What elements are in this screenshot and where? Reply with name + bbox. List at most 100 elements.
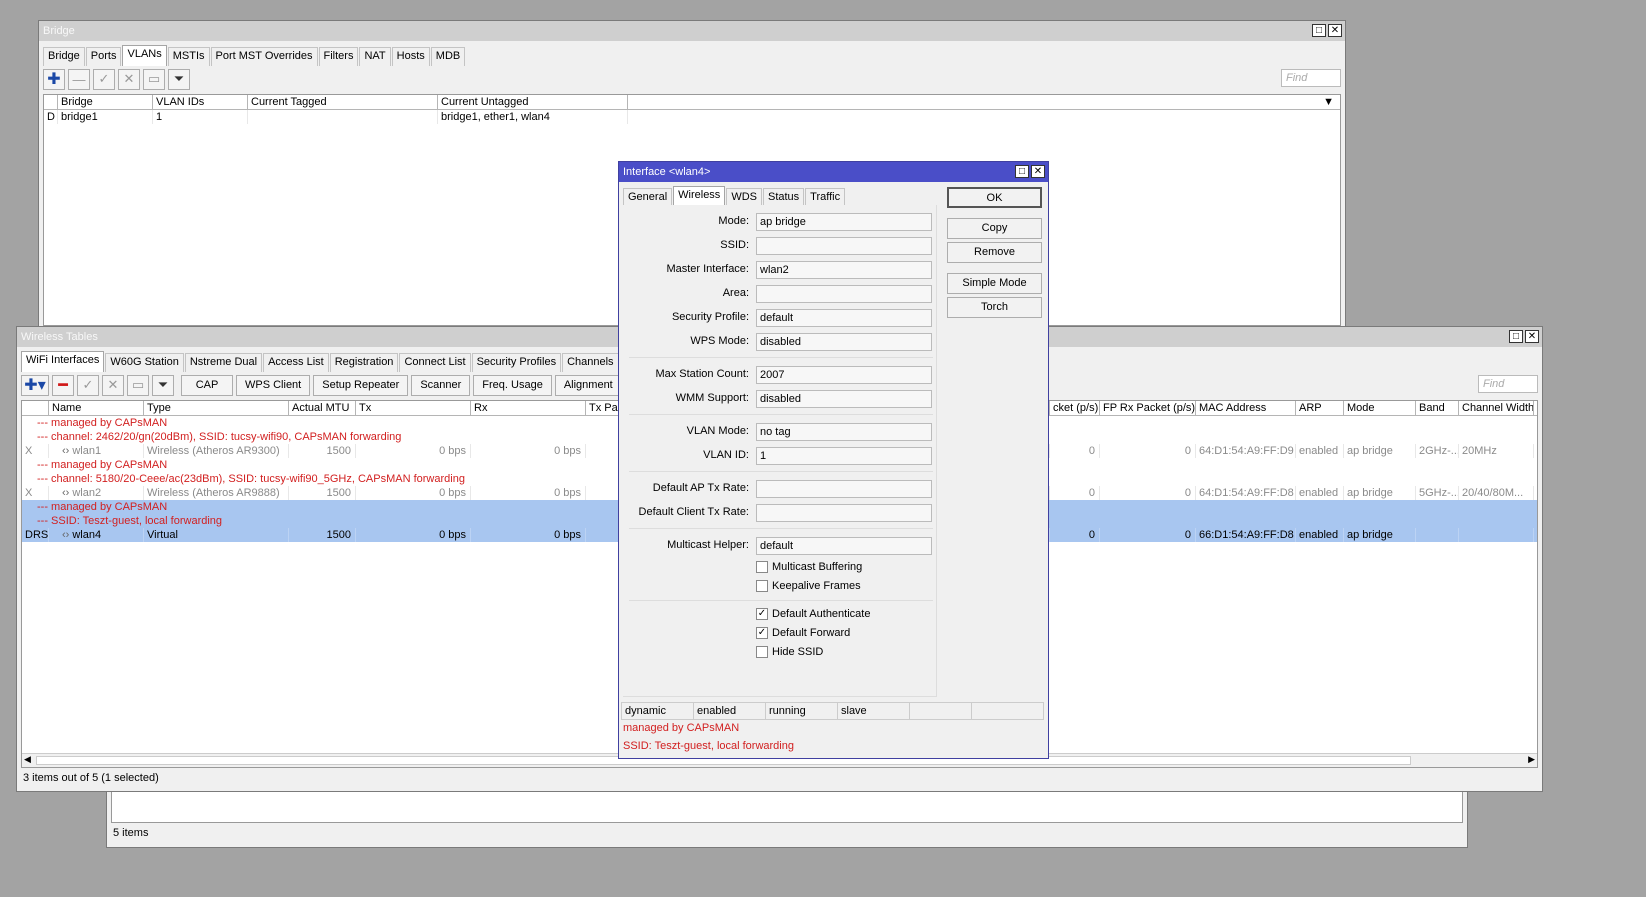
tab-security-profiles[interactable]: Security Profiles — [471, 353, 562, 372]
comment-icon[interactable]: ▭ — [143, 68, 165, 90]
tab-ports[interactable]: Ports — [85, 47, 122, 66]
setup-repeater-button[interactable]: Setup Repeater — [313, 374, 409, 396]
close-icon[interactable]: ✕ — [1525, 330, 1539, 343]
col-type[interactable]: Type — [144, 401, 289, 415]
find-input[interactable]: Find — [1478, 375, 1538, 393]
master-interface-field[interactable]: wlan2 — [756, 261, 932, 279]
col-tx-packet-ps[interactable]: cket (p/s) — [1050, 401, 1100, 415]
col-mode[interactable]: Mode — [1344, 401, 1416, 415]
tab-nstreme-dual[interactable]: Nstreme Dual — [184, 353, 263, 372]
comment-icon[interactable]: ▭ — [127, 374, 149, 396]
remove-button[interactable]: Remove — [947, 242, 1042, 263]
col-name[interactable]: Name — [49, 401, 144, 415]
tab-vlans[interactable]: VLANs — [122, 45, 167, 66]
col-mtu[interactable]: Actual MTU — [289, 401, 356, 415]
maximize-icon[interactable]: □ — [1015, 165, 1029, 178]
vlan-mode-field[interactable]: no tag — [756, 423, 932, 441]
col-fp-rx-packet[interactable]: FP Rx Packet (p/s) — [1100, 401, 1196, 415]
ok-button[interactable]: OK — [947, 187, 1042, 208]
checkbox-checked-icon[interactable]: ✓ — [756, 608, 768, 620]
default-forward-checkbox[interactable]: ✓ Default Forward — [756, 625, 850, 641]
disable-icon[interactable]: ✕ — [118, 68, 140, 90]
torch-button[interactable]: Torch — [947, 297, 1042, 318]
checkbox-icon[interactable] — [756, 561, 768, 573]
tab-wifi-interfaces[interactable]: WiFi Interfaces — [21, 351, 105, 372]
tab-mstis[interactable]: MSTIs — [167, 47, 210, 66]
cap-button[interactable]: CAP — [181, 374, 233, 396]
filter-icon[interactable]: ⏷ — [168, 68, 190, 90]
col-current-tagged[interactable]: Current Tagged — [248, 95, 438, 109]
enable-icon[interactable]: ✓ — [77, 374, 99, 396]
tab-mdb[interactable]: MDB — [430, 47, 466, 66]
remove-icon[interactable]: — — [68, 68, 90, 90]
add-icon[interactable]: ✚ — [43, 68, 65, 90]
scroll-left-icon[interactable]: ◀ — [24, 754, 31, 765]
col-band[interactable]: Band — [1416, 401, 1459, 415]
divider — [629, 414, 933, 415]
security-profile-field[interactable]: default — [756, 309, 932, 327]
tab-w60g-station[interactable]: W60G Station — [105, 353, 184, 372]
multicast-helper-field[interactable]: default — [756, 537, 932, 555]
col-mac[interactable]: MAC Address — [1196, 401, 1296, 415]
close-icon[interactable]: ✕ — [1328, 24, 1342, 37]
maximize-icon[interactable]: □ — [1312, 24, 1326, 37]
find-input[interactable]: Find — [1281, 69, 1341, 87]
col-current-untagged[interactable]: Current Untagged — [438, 95, 628, 109]
ap-tx-rate-field[interactable] — [756, 480, 932, 498]
bridge-titlebar[interactable]: Bridge □ ✕ — [39, 21, 1345, 41]
row-tagged — [248, 110, 438, 124]
tab-filters[interactable]: Filters — [318, 47, 359, 66]
maximize-icon[interactable]: □ — [1509, 330, 1523, 343]
hide-ssid-checkbox[interactable]: Hide SSID — [756, 644, 823, 660]
copy-button[interactable]: Copy — [947, 218, 1042, 239]
col-rx[interactable]: Rx — [471, 401, 586, 415]
enable-icon[interactable]: ✓ — [93, 68, 115, 90]
tab-wireless[interactable]: Wireless — [673, 186, 726, 207]
disable-icon[interactable]: ✕ — [102, 374, 124, 396]
tab-hosts[interactable]: Hosts — [391, 47, 430, 66]
column-menu-icon[interactable]: ▼ — [628, 95, 1340, 109]
client-tx-rate-field[interactable] — [756, 504, 932, 522]
tab-access-list[interactable]: Access List — [263, 353, 329, 372]
area-field[interactable] — [756, 285, 932, 303]
checkbox-icon[interactable] — [756, 646, 768, 658]
wps-client-button[interactable]: WPS Client — [236, 374, 311, 396]
checkbox-checked-icon[interactable]: ✓ — [756, 627, 768, 639]
col-arp[interactable]: ARP — [1296, 401, 1344, 415]
wmm-support-field[interactable]: disabled — [756, 390, 932, 408]
tab-channels[interactable]: Channels — [562, 353, 619, 372]
add-icon[interactable]: ✚▾ — [21, 374, 49, 396]
column-menu-icon[interactable]: ▼ — [1534, 401, 1537, 415]
cell-arp: enabled — [1296, 486, 1344, 500]
col-vlan-ids[interactable]: VLAN IDs — [153, 95, 248, 109]
scroll-right-icon[interactable]: ▶ — [1528, 754, 1535, 765]
divider — [629, 357, 933, 358]
tab-nat[interactable]: NAT — [359, 47, 391, 66]
multicast-buffering-checkbox[interactable]: Multicast Buffering — [756, 559, 862, 575]
col-channel-width[interactable]: Channel Width — [1459, 401, 1534, 415]
mode-field[interactable]: ap bridge — [756, 213, 932, 231]
simple-mode-button[interactable]: Simple Mode — [947, 273, 1042, 294]
table-row[interactable]: D bridge1 1 bridge1, ether1, wlan4 — [44, 110, 1340, 124]
freq-usage-button[interactable]: Freq. Usage — [473, 374, 552, 396]
tab-port-mst-overrides[interactable]: Port MST Overrides — [210, 47, 318, 66]
default-authenticate-checkbox[interactable]: ✓ Default Authenticate — [756, 606, 870, 622]
tab-registration[interactable]: Registration — [329, 353, 399, 372]
close-icon[interactable]: ✕ — [1031, 165, 1045, 178]
filter-icon[interactable]: ⏷ — [152, 374, 174, 396]
max-station-count-field[interactable]: 2007 — [756, 366, 932, 384]
remove-icon[interactable]: ━ — [52, 374, 74, 396]
col-bridge[interactable]: Bridge — [58, 95, 153, 109]
tab-bridge[interactable]: Bridge — [43, 47, 85, 66]
tab-connect-list[interactable]: Connect List — [399, 353, 471, 372]
dialog-titlebar[interactable]: Interface <wlan4> □ ✕ — [619, 162, 1048, 182]
wps-mode-field[interactable]: disabled — [756, 333, 932, 351]
vlan-id-field[interactable]: 1 — [756, 447, 932, 465]
cell-rx: 0 bps — [471, 444, 586, 458]
col-tx[interactable]: Tx — [356, 401, 471, 415]
ssid-field[interactable] — [756, 237, 932, 255]
keepalive-frames-checkbox[interactable]: Keepalive Frames — [756, 578, 861, 594]
alignment-button[interactable]: Alignment — [554, 374, 622, 396]
checkbox-icon[interactable] — [756, 580, 768, 592]
scanner-button[interactable]: Scanner — [411, 374, 471, 396]
